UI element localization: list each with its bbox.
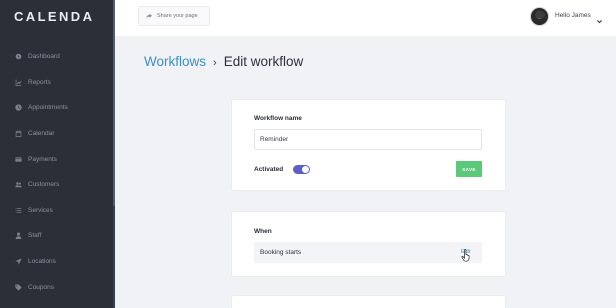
sidebar-item-label: Reports [28,78,51,86]
sidebar-item-label: Dashboard [28,53,60,61]
sidebar-item-appointments[interactable]: Appointments [0,95,115,121]
share-page-label: Share your page [157,13,198,19]
sidebar-item-customers[interactable]: Customers [0,172,115,198]
user-icon [14,232,22,240]
users-icon [14,181,22,189]
chart-icon [14,78,22,86]
activated-toggle[interactable] [293,165,310,174]
sidebar-item-label: Services [28,206,53,214]
location-icon [14,258,22,266]
sidebar-nav: Dashboard Reports Appointments Calendar … [0,44,115,300]
save-button[interactable]: SAVE [456,161,482,177]
breadcrumb-separator: › [213,57,217,69]
sidebar: CALENDA Dashboard Reports Appointments C… [0,0,115,308]
avatar[interactable] [530,7,549,26]
workflow-settings-card: Workflow name Activated SAVE [232,100,505,190]
trigger-text: Booking starts [260,249,302,256]
page-title: Edit workflow [223,54,304,69]
breadcrumb-workflows-link[interactable]: Workflows [144,54,206,69]
sidebar-item-payments[interactable]: Payments [0,146,115,172]
sidebar-item-reports[interactable]: Reports [0,70,115,96]
workflow-name-label: Workflow name [254,115,302,122]
share-page-button[interactable]: Share your page [138,6,210,26]
sidebar-item-locations[interactable]: Locations [0,249,115,275]
list-icon [14,206,22,214]
tag-icon [14,283,22,291]
sidebar-item-services[interactable]: Services [0,198,115,224]
sidebar-item-staff[interactable]: Staff [0,223,115,249]
card-icon [14,155,22,163]
when-card: When Booking starts Edit [232,212,505,276]
sidebar-item-label: Appointments [28,104,68,112]
breadcrumb: Workflows › Edit workflow [144,54,303,69]
workflow-name-input[interactable] [254,129,482,150]
sidebar-item-label: Locations [28,258,56,266]
sidebar-item-dashboard[interactable]: Dashboard [0,44,115,70]
sidebar-item-label: Calendar [28,130,55,138]
user-greeting[interactable]: Hello James [555,12,591,19]
sidebar-item-label: Coupons [28,283,55,291]
sidebar-item-label: Customers [28,181,60,189]
calendar-icon [14,130,22,138]
chevron-down-icon[interactable] [596,12,603,24]
hand-cursor-icon [461,249,471,262]
clock-icon [14,104,22,112]
sidebar-item-calendar[interactable]: Calendar [0,121,115,147]
trigger-row[interactable]: Booking starts Edit [254,242,482,263]
when-label: When [254,228,272,235]
sidebar-item-label: Staff [28,232,42,240]
share-icon [146,13,152,19]
dashboard-icon [14,53,22,61]
activated-label: Activated [254,166,284,173]
sidebar-item-label: Payments [28,155,57,163]
sidebar-item-coupons[interactable]: Coupons [0,274,115,300]
topbar: Share your page Hello James [115,0,616,36]
app-logo[interactable]: CALENDA [14,9,96,24]
next-card [232,296,505,308]
